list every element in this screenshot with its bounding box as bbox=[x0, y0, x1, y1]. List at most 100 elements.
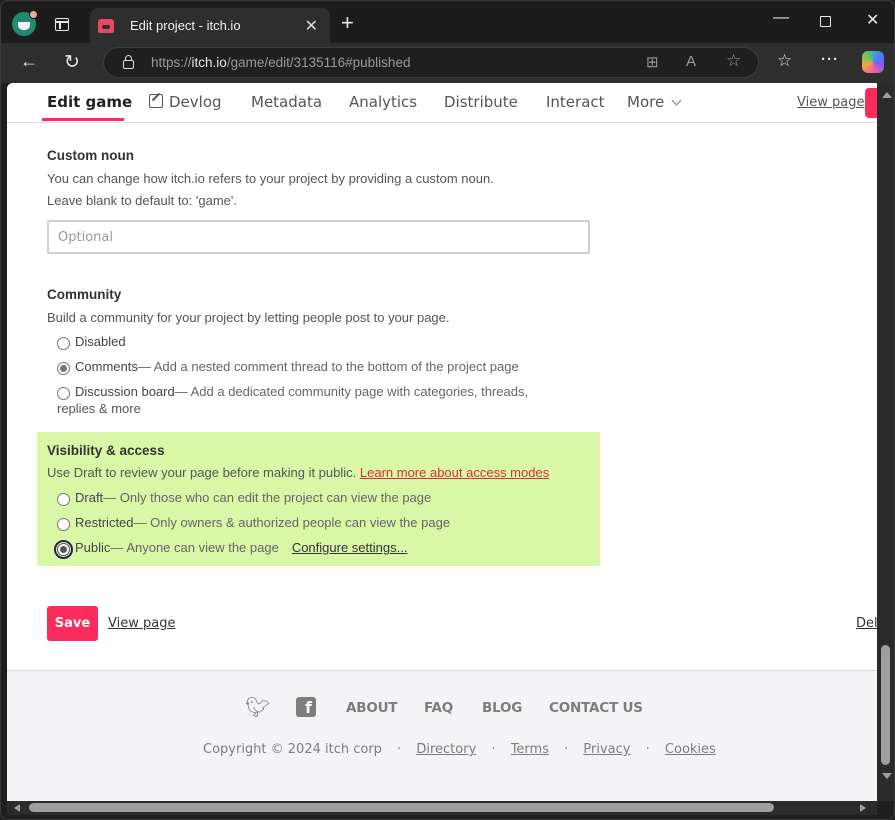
visibility-description-text: Use Draft to review your page before mak… bbox=[47, 465, 360, 480]
radio-disabled[interactable] bbox=[57, 337, 70, 350]
footer-link-blog[interactable]: BLOG bbox=[482, 700, 522, 716]
radio-draft[interactable] bbox=[57, 493, 70, 506]
option-description: — Anyone can view the page bbox=[110, 540, 279, 555]
tab-more[interactable]: More bbox=[627, 93, 682, 111]
radio-restricted[interactable] bbox=[57, 518, 70, 531]
maximize-icon[interactable] bbox=[820, 16, 831, 27]
option-label: Discussion board bbox=[75, 384, 175, 399]
footer-link-cookies[interactable]: Cookies bbox=[665, 742, 716, 757]
scroll-right-arrow-icon[interactable] bbox=[860, 804, 866, 812]
browser-toolbar: ← ↻ https://itch.io/game/edit/3135116#pu… bbox=[1, 43, 894, 83]
delete-link[interactable]: Del bbox=[856, 616, 877, 631]
view-page-link-top[interactable]: View page bbox=[797, 95, 864, 110]
option-label: Public bbox=[75, 540, 111, 555]
address-bar[interactable]: https://itch.io/game/edit/3135116#publis… bbox=[103, 47, 759, 78]
visibility-option-restricted[interactable]: Restricted — Only owners & authorized pe… bbox=[57, 515, 450, 531]
tab-analytics[interactable]: Analytics bbox=[349, 93, 417, 111]
vertical-scrollbar[interactable] bbox=[877, 83, 894, 801]
separator: · bbox=[564, 742, 569, 757]
option-description: — Add a nested comment thread to the bot… bbox=[137, 359, 519, 374]
footer-link-directory[interactable]: Directory bbox=[416, 742, 476, 757]
url-path: /game/edit/3135116#published bbox=[226, 55, 411, 70]
tab-devlog[interactable]: Devlog bbox=[149, 93, 222, 111]
facebook-icon[interactable]: f bbox=[296, 697, 316, 717]
option-label: Restricted bbox=[75, 515, 134, 530]
tab-metadata[interactable]: Metadata bbox=[251, 93, 322, 111]
separator: · bbox=[491, 742, 496, 757]
custom-noun-input[interactable] bbox=[47, 220, 590, 254]
scroll-up-arrow-icon[interactable] bbox=[882, 92, 892, 98]
option-label: Draft bbox=[75, 490, 104, 505]
minimize-icon[interactable]: — bbox=[773, 9, 789, 27]
project-nav: Edit game Devlog Metadata Analytics Dist… bbox=[7, 83, 877, 123]
view-page-link[interactable]: View page bbox=[108, 616, 175, 631]
tab-actions-icon[interactable] bbox=[55, 18, 69, 31]
configure-settings-link[interactable]: Configure settings... bbox=[292, 540, 408, 555]
copyright-text: Copyright © 2024 itch corp bbox=[203, 742, 382, 757]
option-description-continued: replies & more bbox=[57, 401, 141, 416]
site-footer: 🐦︎ f ABOUT FAQ BLOG CONTACT US Copyright… bbox=[7, 670, 877, 801]
close-tab-icon[interactable]: ✕ bbox=[305, 16, 318, 36]
footer-link-faq[interactable]: FAQ bbox=[424, 700, 453, 716]
more-menu-icon[interactable]: ··· bbox=[821, 51, 839, 68]
visibility-description: Use Draft to review your page before mak… bbox=[47, 465, 549, 480]
browser-window: Edit project - itch.io ✕ + — ✕ ← ↻ https… bbox=[0, 0, 895, 820]
footer-link-about[interactable]: ABOUT bbox=[346, 700, 398, 716]
community-option-discussion-board[interactable]: Discussion board — Add a dedicated commu… bbox=[57, 384, 528, 400]
tab-distribute[interactable]: Distribute bbox=[444, 93, 518, 111]
save-button[interactable]: Save bbox=[47, 606, 98, 641]
horizontal-scroll-thumb[interactable] bbox=[29, 803, 774, 812]
browser-tab-active[interactable]: Edit project - itch.io ✕ bbox=[90, 8, 330, 43]
new-tab-icon[interactable]: + bbox=[341, 12, 354, 34]
custom-noun-title: Custom noun bbox=[47, 148, 134, 163]
footer-link-contact[interactable]: CONTACT US bbox=[549, 700, 643, 716]
coffee-cup-icon bbox=[18, 21, 30, 30]
notification-dot bbox=[29, 10, 38, 19]
chevron-down-icon bbox=[671, 95, 682, 106]
back-arrow-icon[interactable]: ← bbox=[20, 51, 38, 72]
scroll-left-arrow-icon[interactable] bbox=[14, 804, 20, 812]
scroll-down-arrow-icon[interactable] bbox=[882, 773, 892, 779]
url-text[interactable]: https://itch.io/game/edit/3135116#publis… bbox=[151, 55, 410, 70]
option-description: — Only those who can edit the project ca… bbox=[103, 490, 432, 505]
app-available-icon[interactable]: ⊞ bbox=[646, 53, 659, 71]
url-host: itch.io bbox=[191, 55, 227, 70]
footer-link-privacy[interactable]: Privacy bbox=[583, 742, 630, 757]
option-label: Comments bbox=[75, 359, 138, 374]
option-description: — Only owners & authorized people can vi… bbox=[133, 515, 451, 530]
radio-comments[interactable] bbox=[57, 362, 70, 375]
profile-avatar[interactable] bbox=[12, 10, 38, 36]
read-aloud-icon[interactable]: A bbox=[686, 53, 696, 70]
horizontal-scrollbar[interactable] bbox=[7, 801, 877, 815]
custom-noun-hint: Leave blank to default to: 'game'. bbox=[47, 193, 237, 208]
partial-red-button[interactable] bbox=[865, 88, 877, 118]
community-title: Community bbox=[47, 287, 122, 302]
copilot-icon[interactable] bbox=[862, 51, 884, 73]
reload-icon[interactable]: ↻ bbox=[64, 51, 80, 74]
tab-interact[interactable]: Interact bbox=[546, 93, 605, 111]
community-option-disabled[interactable]: Disabled bbox=[57, 334, 126, 350]
visibility-option-draft[interactable]: Draft — Only those who can edit the proj… bbox=[57, 490, 431, 506]
community-option-comments[interactable]: Comments — Add a nested comment thread t… bbox=[57, 359, 519, 375]
learn-more-access-link[interactable]: Learn more about access modes bbox=[360, 465, 549, 480]
custom-noun-description: You can change how itch.io refers to you… bbox=[47, 171, 494, 186]
vertical-scroll-thumb[interactable] bbox=[881, 645, 890, 765]
visibility-title: Visibility & access bbox=[47, 443, 165, 458]
radio-discussion-board[interactable] bbox=[57, 387, 70, 400]
separator: · bbox=[397, 742, 402, 757]
separator: · bbox=[645, 742, 650, 757]
active-tab-underline bbox=[42, 118, 124, 121]
tab-strip: Edit project - itch.io ✕ + — ✕ bbox=[1, 1, 894, 43]
close-window-icon[interactable]: ✕ bbox=[866, 10, 879, 30]
footer-link-terms[interactable]: Terms bbox=[511, 742, 549, 757]
option-label: Disabled bbox=[75, 334, 126, 349]
tab-title: Edit project - itch.io bbox=[130, 18, 241, 33]
lock-icon[interactable] bbox=[123, 55, 134, 69]
visibility-option-public[interactable]: Public — Anyone can view the page Config… bbox=[54, 540, 408, 559]
page-viewport: Edit game Devlog Metadata Analytics Dist… bbox=[7, 83, 877, 801]
favorites-icon[interactable]: ☆ bbox=[777, 51, 792, 71]
favorite-star-icon[interactable]: ☆ bbox=[726, 51, 741, 71]
tab-edit-game[interactable]: Edit game bbox=[47, 93, 132, 111]
twitter-icon[interactable]: 🐦︎ bbox=[245, 695, 270, 719]
radio-public[interactable] bbox=[54, 540, 73, 559]
